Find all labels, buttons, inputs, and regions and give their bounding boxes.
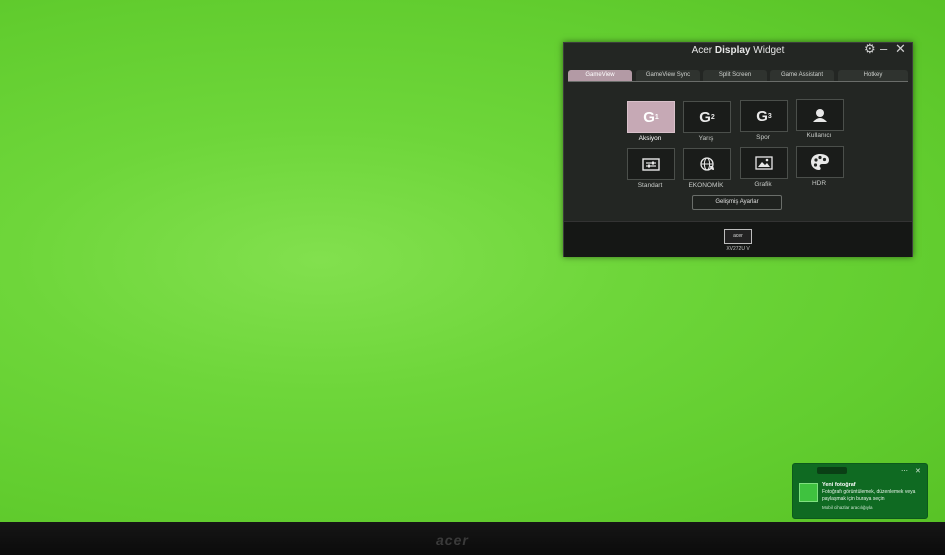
mode-label-ekonomik: EKONOMİK	[688, 182, 724, 189]
user-icon	[797, 100, 843, 130]
tab-split-screen[interactable]: Split Screen	[703, 70, 767, 81]
toast-footer: Mobil cihazlar aracılığıyla	[822, 505, 873, 510]
mode-tile-aksiyon[interactable]: G1	[627, 101, 675, 133]
tab-bar: GameView GameView Sync Split Screen Game…	[568, 70, 908, 81]
gear-icon[interactable]: ⚙	[864, 41, 876, 57]
title-bold: Display	[714, 45, 751, 56]
title-prefix: Acer	[691, 45, 715, 56]
toast-options-button[interactable]: ⋯	[901, 467, 908, 475]
mode-tile-yaris[interactable]: G2	[683, 101, 731, 133]
mode-label-aksiyon: Aksiyon	[638, 135, 662, 142]
tab-gameview-sync[interactable]: GameView Sync	[636, 70, 700, 81]
tab-game-assistant[interactable]: Game Assistant	[770, 70, 834, 81]
acer-display-widget-window: Acer Display Widget ⚙ – ✕ GameView GameV…	[563, 41, 913, 257]
mode-label-spor: Spor	[756, 134, 770, 141]
tab-hotkey[interactable]: Hotkey	[838, 70, 908, 81]
window-title: Acer Display Widget	[564, 43, 912, 63]
palette-icon	[797, 147, 843, 177]
monitor-selector-bar: acer XV272U V	[564, 221, 912, 257]
g3-icon: G3	[756, 107, 772, 125]
title-suffix: Widget	[750, 45, 785, 56]
toast-body: Fotoğrafı görüntülemek, düzenlemek veya …	[822, 489, 916, 502]
photo-thumbnail	[799, 483, 818, 502]
mode-label-hdr: HDR	[811, 180, 827, 187]
mode-tile-standart[interactable]	[627, 148, 675, 180]
toast-app-name	[817, 467, 847, 474]
mode-tile-grafik[interactable]	[740, 147, 788, 179]
graphics-icon	[741, 148, 787, 178]
toast-close-button[interactable]: ✕	[915, 467, 921, 475]
g1-icon: G1	[643, 108, 659, 126]
monitor-bezel: acer	[0, 522, 945, 555]
bezel-logo: acer	[436, 532, 469, 548]
g2-icon: G2	[699, 108, 715, 126]
tab-gameview[interactable]: GameView	[568, 70, 632, 81]
mode-label-yaris: Yarış	[698, 135, 714, 142]
mode-label-grafik: Grafik	[754, 181, 772, 188]
mode-tile-kullanici[interactable]	[796, 99, 844, 131]
mode-tile-spor[interactable]: G3	[740, 100, 788, 132]
monitor-icon[interactable]: acer	[724, 229, 752, 244]
mode-label-standart: Standart	[637, 182, 663, 189]
mode-tile-ekonomik[interactable]	[683, 148, 731, 180]
close-button[interactable]: ✕	[895, 41, 906, 57]
mode-tile-hdr[interactable]	[796, 146, 844, 178]
mode-label-kullanici: Kullanıcı	[806, 132, 832, 139]
advanced-settings-button[interactable]: Gelişmiş Ayarlar	[692, 195, 782, 210]
minimize-button[interactable]: –	[880, 41, 887, 56]
toast-title: Yeni fotoğraf	[822, 482, 856, 488]
eco-globe-icon	[684, 149, 730, 179]
monitor-name: XV272U V	[726, 246, 750, 252]
tab-underline	[568, 81, 908, 82]
sliders-icon	[628, 149, 674, 179]
photo-notification-toast[interactable]: ⋯ ✕ Yeni fotoğraf Fotoğrafı görüntülemek…	[792, 463, 928, 519]
